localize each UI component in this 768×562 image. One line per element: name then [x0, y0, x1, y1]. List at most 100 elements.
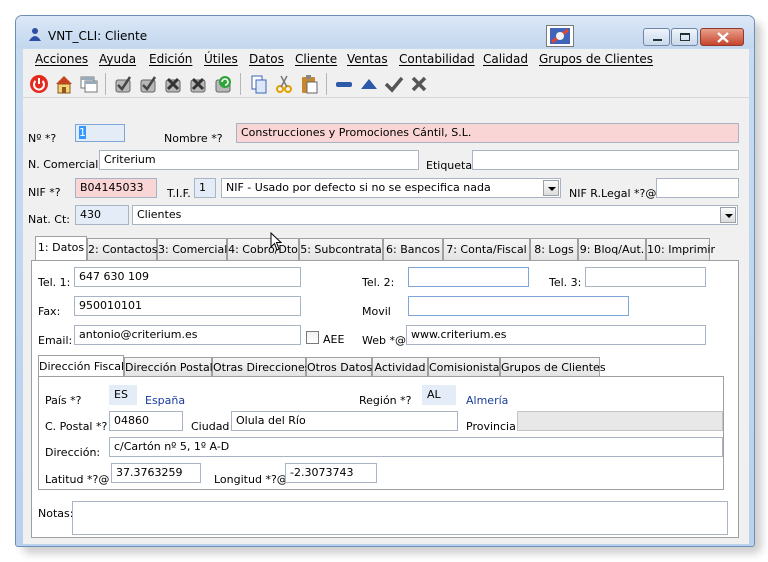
check-icon[interactable]: [138, 74, 158, 94]
tab-subcontrata[interactable]: 5: Subcontrata: [299, 238, 383, 260]
toolbar-separator: [240, 73, 241, 95]
tel3-label: Tel. 3:: [549, 276, 582, 289]
mouse-pointer-icon: [270, 232, 282, 251]
tab-imprimir[interactable]: 10: Imprimir: [646, 238, 715, 260]
power-icon[interactable]: [29, 74, 49, 94]
provincia-label: Provincia:: [466, 420, 520, 433]
menu-edicion[interactable]: Edición: [149, 52, 192, 66]
close-button[interactable]: [700, 28, 744, 46]
title-bar[interactable]: VNT_CLI: Cliente: [16, 16, 754, 48]
tab-conta-fiscal[interactable]: 7: Conta/Fiscal: [443, 238, 530, 260]
movil-input[interactable]: [408, 296, 629, 316]
nombre-label: Nombre *?: [164, 132, 223, 145]
region-name-link[interactable]: Almería: [466, 394, 508, 407]
home-icon[interactable]: [54, 74, 74, 94]
tif-label: T.I.F.: [167, 187, 191, 200]
tif-select[interactable]: NIF - Usado por defecto si no se especif…: [221, 178, 561, 198]
menu-ventas[interactable]: Ventas: [347, 52, 388, 66]
menu-cliente[interactable]: Cliente: [295, 52, 337, 66]
tools-icon[interactable]: [188, 74, 208, 94]
menu-acciones[interactable]: Acciones: [35, 52, 88, 66]
fax-input[interactable]: 950010101: [74, 296, 301, 316]
nif-input[interactable]: B04145033: [75, 178, 157, 198]
tab-comercial[interactable]: 3: Comercial: [157, 238, 227, 260]
paste-icon[interactable]: [299, 74, 319, 94]
x-icon[interactable]: [409, 74, 429, 94]
menu-grupos-clientes[interactable]: Grupos de Clientes: [539, 52, 653, 66]
triangle-up-icon[interactable]: [359, 74, 379, 94]
cpostal-input[interactable]: 04860: [109, 411, 183, 431]
tab-cobro-dto[interactable]: 4: Cobro/Dto: [227, 238, 299, 260]
nif-legal-input[interactable]: [656, 178, 739, 198]
longitud-input[interactable]: -2.3073743: [285, 463, 377, 483]
menu-datos[interactable]: Datos: [249, 52, 284, 66]
natct-code-input[interactable]: 430: [75, 205, 129, 225]
minimize-icon: [653, 39, 662, 41]
nombre-input[interactable]: Construcciones y Promociones Cántil, S.L…: [236, 123, 739, 143]
web-label: Web *@: [362, 334, 406, 347]
fax-label: Fax:: [38, 305, 61, 318]
tif-code-input[interactable]: 1: [194, 178, 216, 198]
natct-label: Nat. Ct:: [28, 213, 70, 226]
region-code-input[interactable]: AL: [422, 385, 456, 405]
num-label: Nº *?: [28, 132, 57, 145]
subtab-direccion-postal[interactable]: Dirección Postal: [124, 357, 213, 376]
ncomercial-input[interactable]: Criterium: [99, 150, 419, 170]
minimize-button[interactable]: [643, 28, 670, 46]
tel1-input[interactable]: 647 630 109: [74, 267, 301, 287]
ciudad-input[interactable]: Olula del Río: [231, 411, 458, 431]
menu-ayuda[interactable]: Ayuda: [99, 52, 136, 66]
latitud-input[interactable]: 37.3763259: [111, 463, 201, 483]
tab-logs[interactable]: 8: Logs: [530, 238, 578, 260]
tel3-input[interactable]: [585, 267, 706, 287]
datos-panel: Tel. 1: 647 630 109 Tel. 2: Tel. 3: Fax:…: [31, 260, 739, 538]
copy-icon[interactable]: [249, 74, 269, 94]
tab-bancos[interactable]: 6: Bancos: [383, 238, 443, 260]
checkmark-icon[interactable]: [384, 74, 404, 94]
aee-checkbox[interactable]: [306, 331, 319, 344]
tab-datos[interactable]: 1: Datos: [35, 236, 87, 260]
subtab-otros-datos[interactable]: Otros Datos: [306, 357, 372, 376]
subtab-direccion-fiscal[interactable]: Dirección Fiscal: [38, 355, 124, 376]
refresh-icon[interactable]: [213, 74, 233, 94]
email-input[interactable]: antonio@criterium.es: [74, 325, 301, 345]
subtab-comisionista[interactable]: Comisionista: [428, 357, 500, 376]
remove-icon[interactable]: [163, 74, 183, 94]
tel2-input[interactable]: [408, 267, 529, 287]
tif-select-value: NIF - Usado por defecto si no se especif…: [226, 181, 491, 194]
direccion-input[interactable]: c/Cartón nº 5, 1º A-D: [109, 437, 723, 457]
toolbar-separator: [105, 73, 106, 95]
windows-icon[interactable]: [79, 74, 99, 94]
menu-calidad[interactable]: Calidad: [483, 52, 528, 66]
close-icon: [717, 32, 729, 43]
minus-icon[interactable]: [334, 74, 354, 94]
cut-icon[interactable]: [274, 74, 294, 94]
check-wrench-icon[interactable]: [113, 74, 133, 94]
num-input[interactable]: 1: [75, 124, 125, 142]
natct-select[interactable]: Clientes: [132, 205, 738, 225]
movil-label: Movil: [362, 305, 391, 318]
web-input[interactable]: www.criterium.es: [406, 325, 706, 345]
ciudad-label: Ciudad: [191, 420, 230, 433]
menu-contabilidad[interactable]: Contabilidad: [399, 52, 475, 66]
pais-name-link[interactable]: España: [145, 394, 185, 407]
form-area: Nº *? 1 Nombre *? Construcciones y Promo…: [23, 98, 749, 544]
tab-bloq-aut[interactable]: 9: Bloq/Aut.: [578, 238, 646, 260]
notas-textarea[interactable]: [72, 501, 728, 535]
subtab-otras-direcciones[interactable]: Otras Direcciones: [212, 357, 310, 376]
window-title: VNT_CLI: Cliente: [48, 29, 148, 43]
subtab-grupos-clientes[interactable]: Grupos de Clientes: [500, 357, 606, 376]
etiquetas-label: Etiquetas: [426, 159, 478, 172]
maximize-icon: [680, 33, 690, 41]
email-label: Email:: [38, 334, 73, 347]
menu-utiles[interactable]: Útiles: [204, 52, 238, 66]
maximize-button[interactable]: [671, 28, 698, 46]
subtab-actividad[interactable]: Actividad: [372, 357, 428, 376]
pais-code-input[interactable]: ES: [109, 385, 137, 405]
chevron-down-icon[interactable]: [543, 180, 559, 196]
company-logo: [546, 25, 574, 47]
tab-contactos[interactable]: 2: Contactos: [87, 238, 157, 260]
etiquetas-input[interactable]: [472, 150, 739, 170]
chevron-down-icon[interactable]: [720, 207, 736, 223]
tel1-label: Tel. 1:: [38, 276, 71, 289]
